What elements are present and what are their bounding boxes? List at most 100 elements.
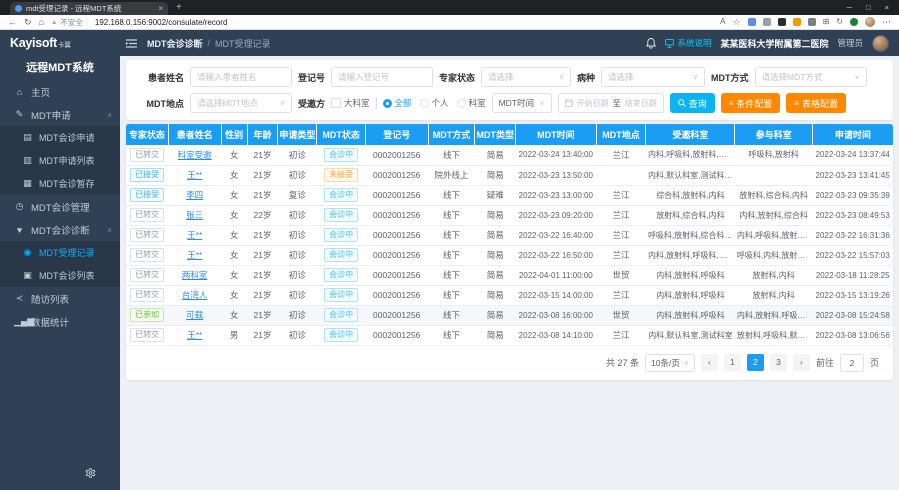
disease-select[interactable]: 请选择∨ <box>601 67 705 87</box>
breadcrumb-current: MDT受理记录 <box>215 37 271 50</box>
table-row[interactable]: 已转交王**女21岁初诊会诊中0002001256线下简易2022-03-22 … <box>126 245 893 265</box>
settings-gear-icon[interactable] <box>85 466 96 484</box>
window-minimize-button[interactable]: ─ <box>847 3 852 12</box>
collections-icon[interactable]: ⊞ <box>823 18 830 26</box>
date-range-picker[interactable]: 开始日期 至 结束日期 <box>558 93 664 113</box>
extension-icon[interactable] <box>778 18 786 26</box>
sidebar-item-随访列表[interactable]: ≺随访列表 <box>0 287 120 310</box>
search-button[interactable]: 查询 <box>670 93 715 113</box>
patient-name-link[interactable]: 王** <box>187 170 202 180</box>
sidebar-item-MDT会诊申请[interactable]: ▤MDT会诊申请 <box>0 126 120 149</box>
table-row[interactable]: 已转交张三女22岁初诊会诊中0002001256线下简易2022-03-23 0… <box>126 205 893 225</box>
mdt-mode-select[interactable]: 请选择MDT方式∨ <box>755 67 867 87</box>
notification-bell-icon[interactable] <box>646 38 656 49</box>
cell-reg-no: 0002001256 <box>365 325 428 345</box>
patient-name-link[interactable]: 台湾人 <box>182 290 208 300</box>
tab-close-icon[interactable]: × <box>158 4 163 13</box>
sidebar-item-主页[interactable]: ⌂主页 <box>0 80 120 103</box>
home-button[interactable]: ⌂ <box>39 18 44 27</box>
page-button-3[interactable]: 3 <box>770 354 787 371</box>
cell-mdt-status: 会诊中 <box>317 325 365 345</box>
browser-tab[interactable]: mdt受理记录 - 远程MDT系统 × <box>10 2 168 15</box>
patient-name-link[interactable]: 李四 <box>186 190 203 200</box>
table-row[interactable]: 已转交两科室女21岁初诊会诊中0002001256线下简易2022-04-01 … <box>126 265 893 285</box>
cell-mdt-time: 2022-04-01 11:00:00 <box>516 265 597 285</box>
favorite-star-icon[interactable]: ☆ <box>733 18 741 27</box>
table-row[interactable]: 已转交王**女21岁初诊会诊中0002001256线下简易2022-03-22 … <box>126 225 893 245</box>
extension-icon[interactable] <box>850 18 858 26</box>
sidebar-item-MDT申请[interactable]: ✎MDT申请∧ <box>0 103 120 126</box>
user-avatar[interactable] <box>872 35 889 52</box>
system-help-link[interactable]: 系统说明 <box>665 37 711 49</box>
sidebar-item-MDT申请列表[interactable]: ▥MDT申请列表 <box>0 149 120 172</box>
extension-icon[interactable] <box>808 18 816 26</box>
page-size-select[interactable]: 10条/页∨ <box>645 354 695 372</box>
back-button[interactable]: ← <box>8 18 17 27</box>
goto-suffix: 页 <box>870 356 879 369</box>
big-dept-label: 大科室 <box>344 97 370 109</box>
page-button-1[interactable]: 1 <box>724 354 741 371</box>
window-close-button[interactable]: × <box>885 3 889 12</box>
patient-name-link[interactable]: 两科室 <box>182 270 208 280</box>
cell-apply-time: 2022-03-08 13:06:56 <box>812 325 893 345</box>
patient-name-link[interactable]: 王** <box>187 230 202 240</box>
breadcrumb-section[interactable]: MDT会诊诊断 <box>147 37 203 50</box>
patient-name-link[interactable]: 王** <box>187 250 202 260</box>
sidebar-collapse-icon[interactable] <box>126 39 137 48</box>
read-aloud-icon[interactable]: A <box>720 18 725 26</box>
browser-menu-icon[interactable]: ⋯ <box>882 18 891 27</box>
expert-status-select[interactable]: 请选择∨ <box>481 67 571 87</box>
extension-icon[interactable] <box>793 18 801 26</box>
patient-name-link[interactable]: 科室受邀 <box>178 150 212 160</box>
sidebar-item-MDT受理记录[interactable]: ◉MDT受理记录 <box>0 241 120 264</box>
cell-patient-name: 科室受邀 <box>168 145 221 165</box>
radio-个人[interactable]: 个人 <box>420 97 449 109</box>
sidebar-item-MDT会诊诊断[interactable]: ♥MDT会诊诊断∧ <box>0 218 120 241</box>
refresh-button[interactable]: ↻ <box>24 18 32 27</box>
cell-reg-no: 0002001256 <box>365 285 428 305</box>
cell-mdt-time: 2022-03-15 14:00:00 <box>516 285 597 305</box>
table-row[interactable]: 已接受王**女21岁初诊未接受0002001256院外线上简易2022-03-2… <box>126 165 893 185</box>
sidebar-item-MDT会诊管理[interactable]: ◷MDT会诊管理 <box>0 195 120 218</box>
patient-name-link[interactable]: 张三 <box>186 210 203 220</box>
column-header-joined: 参与科室 <box>735 124 812 145</box>
tab-title: mdt受理记录 - 远程MDT系统 <box>26 3 154 14</box>
table-row[interactable]: 已转交王**男21岁初诊会诊中0002001256线下简易2022-03-08 … <box>126 325 893 345</box>
next-page-button[interactable]: › <box>793 354 810 371</box>
url-text[interactable]: 192.168.0.156:9002/consulate/record <box>95 18 228 27</box>
table-row[interactable]: 已转交台湾人女21岁初诊会诊中0002001256线下简易2022-03-15 … <box>126 285 893 305</box>
sidebar-item-MDT会诊列表[interactable]: ▣MDT会诊列表 <box>0 264 120 287</box>
mdt-place-select[interactable]: 请选择MDT地点∨ <box>190 93 292 113</box>
config-list-icon: ≡ <box>794 99 799 108</box>
time-type-select[interactable]: MDT时间∨ <box>492 93 552 113</box>
cell-age: 21岁 <box>247 245 278 265</box>
security-indicator[interactable]: ▲ 不安全 | <box>51 17 88 28</box>
extension-icon[interactable] <box>748 18 756 26</box>
window-maximize-button[interactable]: □ <box>866 3 871 12</box>
condition-config-button[interactable]: ≡条件配置 <box>721 93 781 113</box>
patient-name-input[interactable] <box>190 67 292 87</box>
cell-mdt-mode: 线下 <box>428 185 475 205</box>
mdt-status-badge: 会诊中 <box>324 288 358 302</box>
browser-profile-avatar[interactable] <box>865 17 875 27</box>
patient-name-link[interactable]: 王** <box>187 330 202 340</box>
table-row[interactable]: 已转交科室受邀女21岁初诊会诊中0002001256线下简易2022-03-24… <box>126 145 893 165</box>
sidebar-item-MDT会诊暂存[interactable]: ▦MDT会诊暂存 <box>0 172 120 195</box>
new-tab-button[interactable]: + <box>176 2 182 13</box>
user-role[interactable]: 管理员 <box>837 37 863 49</box>
table-row[interactable]: 已参加可载女21岁初诊会诊中0002001256线下简易2022-03-08 1… <box>126 305 893 325</box>
browser-sync-icon[interactable]: ↻ <box>836 18 843 26</box>
reg-no-input[interactable] <box>331 67 433 87</box>
patient-name-link[interactable]: 可载 <box>186 310 203 320</box>
extension-icon[interactable] <box>763 18 771 26</box>
cell-mdt-mode: 线下 <box>428 245 475 265</box>
sidebar-item-数据统计[interactable]: ▁▄▆数据统计 <box>0 310 120 333</box>
table-config-button[interactable]: ≡表格配置 <box>786 93 846 113</box>
goto-page-input[interactable] <box>840 354 864 372</box>
page-button-2[interactable]: 2 <box>747 354 764 371</box>
radio-全部[interactable]: 全部 <box>383 97 412 109</box>
prev-page-button[interactable]: ‹ <box>701 354 718 371</box>
big-dept-checkbox[interactable]: 大科室 <box>331 97 370 109</box>
radio-科室[interactable]: 科室 <box>457 97 486 109</box>
table-row[interactable]: 已接受李四女21岁复诊会诊中0002001256线下疑难2022-03-23 1… <box>126 185 893 205</box>
